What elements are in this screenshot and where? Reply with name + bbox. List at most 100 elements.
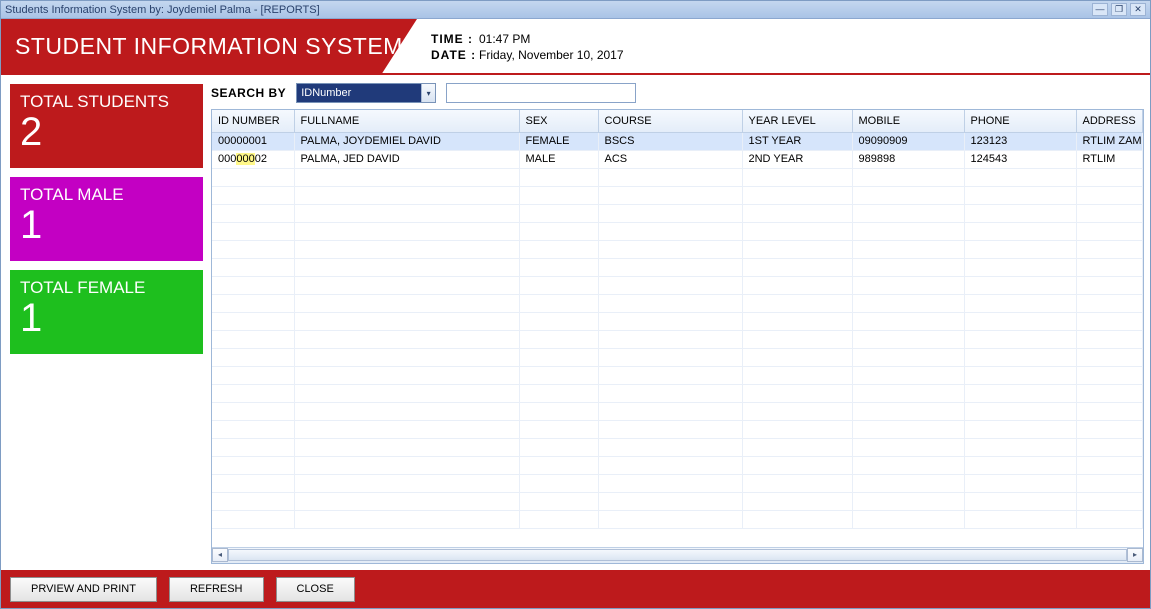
table-cell[interactable] (742, 204, 852, 222)
grid-body[interactable]: 00000001PALMA, JOYDEMIEL DAVIDFEMALEBSCS… (212, 132, 1143, 528)
refresh-button[interactable]: REFRESH (169, 577, 264, 602)
table-cell[interactable] (212, 402, 294, 420)
table-cell[interactable] (598, 186, 742, 204)
table-cell[interactable] (598, 474, 742, 492)
table-cell[interactable] (1076, 276, 1143, 294)
table-cell[interactable] (212, 384, 294, 402)
table-cell[interactable] (294, 294, 519, 312)
col-phone[interactable]: PHONE (964, 110, 1076, 132)
table-cell[interactable] (212, 186, 294, 204)
table-cell[interactable] (519, 240, 598, 258)
table-cell[interactable]: PALMA, JED DAVID (294, 150, 519, 168)
table-cell[interactable] (852, 402, 964, 420)
table-cell[interactable]: 09090909 (852, 132, 964, 150)
table-cell[interactable] (519, 330, 598, 348)
table-cell[interactable] (852, 510, 964, 528)
table-cell[interactable] (1076, 240, 1143, 258)
table-cell[interactable] (294, 384, 519, 402)
table-cell[interactable] (598, 312, 742, 330)
table-row[interactable] (212, 420, 1143, 438)
table-cell[interactable] (598, 222, 742, 240)
table-cell[interactable] (852, 294, 964, 312)
table-cell[interactable] (519, 438, 598, 456)
table-cell[interactable] (598, 294, 742, 312)
table-cell[interactable] (742, 492, 852, 510)
minimize-icon[interactable]: — (1092, 3, 1108, 16)
table-cell[interactable] (964, 258, 1076, 276)
table-cell[interactable]: ACS (598, 150, 742, 168)
table-cell[interactable] (519, 312, 598, 330)
table-cell[interactable] (964, 456, 1076, 474)
table-row[interactable] (212, 510, 1143, 528)
table-cell[interactable] (964, 384, 1076, 402)
table-cell[interactable] (294, 402, 519, 420)
table-row[interactable]: 00000002PALMA, JED DAVIDMALEACS2ND YEAR9… (212, 150, 1143, 168)
table-cell[interactable] (519, 456, 598, 474)
table-cell[interactable] (742, 186, 852, 204)
table-cell[interactable]: 2ND YEAR (742, 150, 852, 168)
table-cell[interactable] (964, 204, 1076, 222)
table-cell[interactable] (294, 420, 519, 438)
col-address[interactable]: ADDRESS (1076, 110, 1143, 132)
table-cell[interactable]: RTLIM ZAM (1076, 132, 1143, 150)
table-cell[interactable]: 00000001 (212, 132, 294, 150)
table-cell[interactable] (212, 204, 294, 222)
col-fullname[interactable]: FULLNAME (294, 110, 519, 132)
table-cell[interactable] (964, 474, 1076, 492)
table-cell[interactable]: PALMA, JOYDEMIEL DAVID (294, 132, 519, 150)
table-row[interactable] (212, 240, 1143, 258)
table-cell[interactable] (852, 474, 964, 492)
table-cell[interactable] (519, 186, 598, 204)
table-cell[interactable] (294, 276, 519, 294)
table-cell[interactable] (519, 510, 598, 528)
table-cell[interactable] (852, 276, 964, 294)
col-year-level[interactable]: YEAR LEVEL (742, 110, 852, 132)
table-cell[interactable] (742, 348, 852, 366)
table-cell[interactable] (294, 474, 519, 492)
table-row[interactable] (212, 312, 1143, 330)
table-row[interactable] (212, 258, 1143, 276)
table-cell[interactable] (519, 294, 598, 312)
table-cell[interactable] (964, 294, 1076, 312)
search-field-select[interactable]: IDNumber (297, 84, 421, 102)
table-cell[interactable] (1076, 186, 1143, 204)
table-row[interactable] (212, 384, 1143, 402)
table-cell[interactable] (212, 294, 294, 312)
table-row[interactable] (212, 492, 1143, 510)
table-cell[interactable] (852, 366, 964, 384)
table-cell[interactable] (294, 438, 519, 456)
table-cell[interactable] (212, 348, 294, 366)
table-row[interactable] (212, 186, 1143, 204)
table-cell[interactable] (212, 492, 294, 510)
table-cell[interactable] (742, 420, 852, 438)
table-cell[interactable] (1076, 366, 1143, 384)
table-cell[interactable] (964, 366, 1076, 384)
table-cell[interactable] (852, 168, 964, 186)
table-cell[interactable] (1076, 348, 1143, 366)
table-cell[interactable] (598, 366, 742, 384)
table-cell[interactable] (742, 474, 852, 492)
table-cell[interactable] (964, 276, 1076, 294)
table-cell[interactable] (212, 438, 294, 456)
scroll-left-arrow-icon[interactable]: ◂ (212, 548, 228, 562)
table-cell[interactable] (212, 312, 294, 330)
table-cell[interactable] (519, 366, 598, 384)
table-cell[interactable] (742, 510, 852, 528)
table-cell[interactable] (742, 384, 852, 402)
table-cell[interactable] (852, 492, 964, 510)
table-cell[interactable] (964, 168, 1076, 186)
table-cell[interactable] (1076, 258, 1143, 276)
table-cell[interactable] (212, 474, 294, 492)
grid-header-row[interactable]: ID NUMBER FULLNAME SEX COURSE YEAR LEVEL… (212, 110, 1143, 132)
table-cell[interactable] (519, 474, 598, 492)
table-cell[interactable]: 123123 (964, 132, 1076, 150)
search-field-combo[interactable]: IDNumber ▾ (296, 83, 436, 103)
table-cell[interactable] (964, 186, 1076, 204)
table-cell[interactable]: MALE (519, 150, 598, 168)
table-cell[interactable] (519, 258, 598, 276)
table-cell[interactable]: 00000002 (212, 150, 294, 168)
scroll-right-arrow-icon[interactable]: ▸ (1127, 548, 1143, 562)
table-cell[interactable] (1076, 438, 1143, 456)
table-cell[interactable] (212, 240, 294, 258)
table-cell[interactable]: FEMALE (519, 132, 598, 150)
